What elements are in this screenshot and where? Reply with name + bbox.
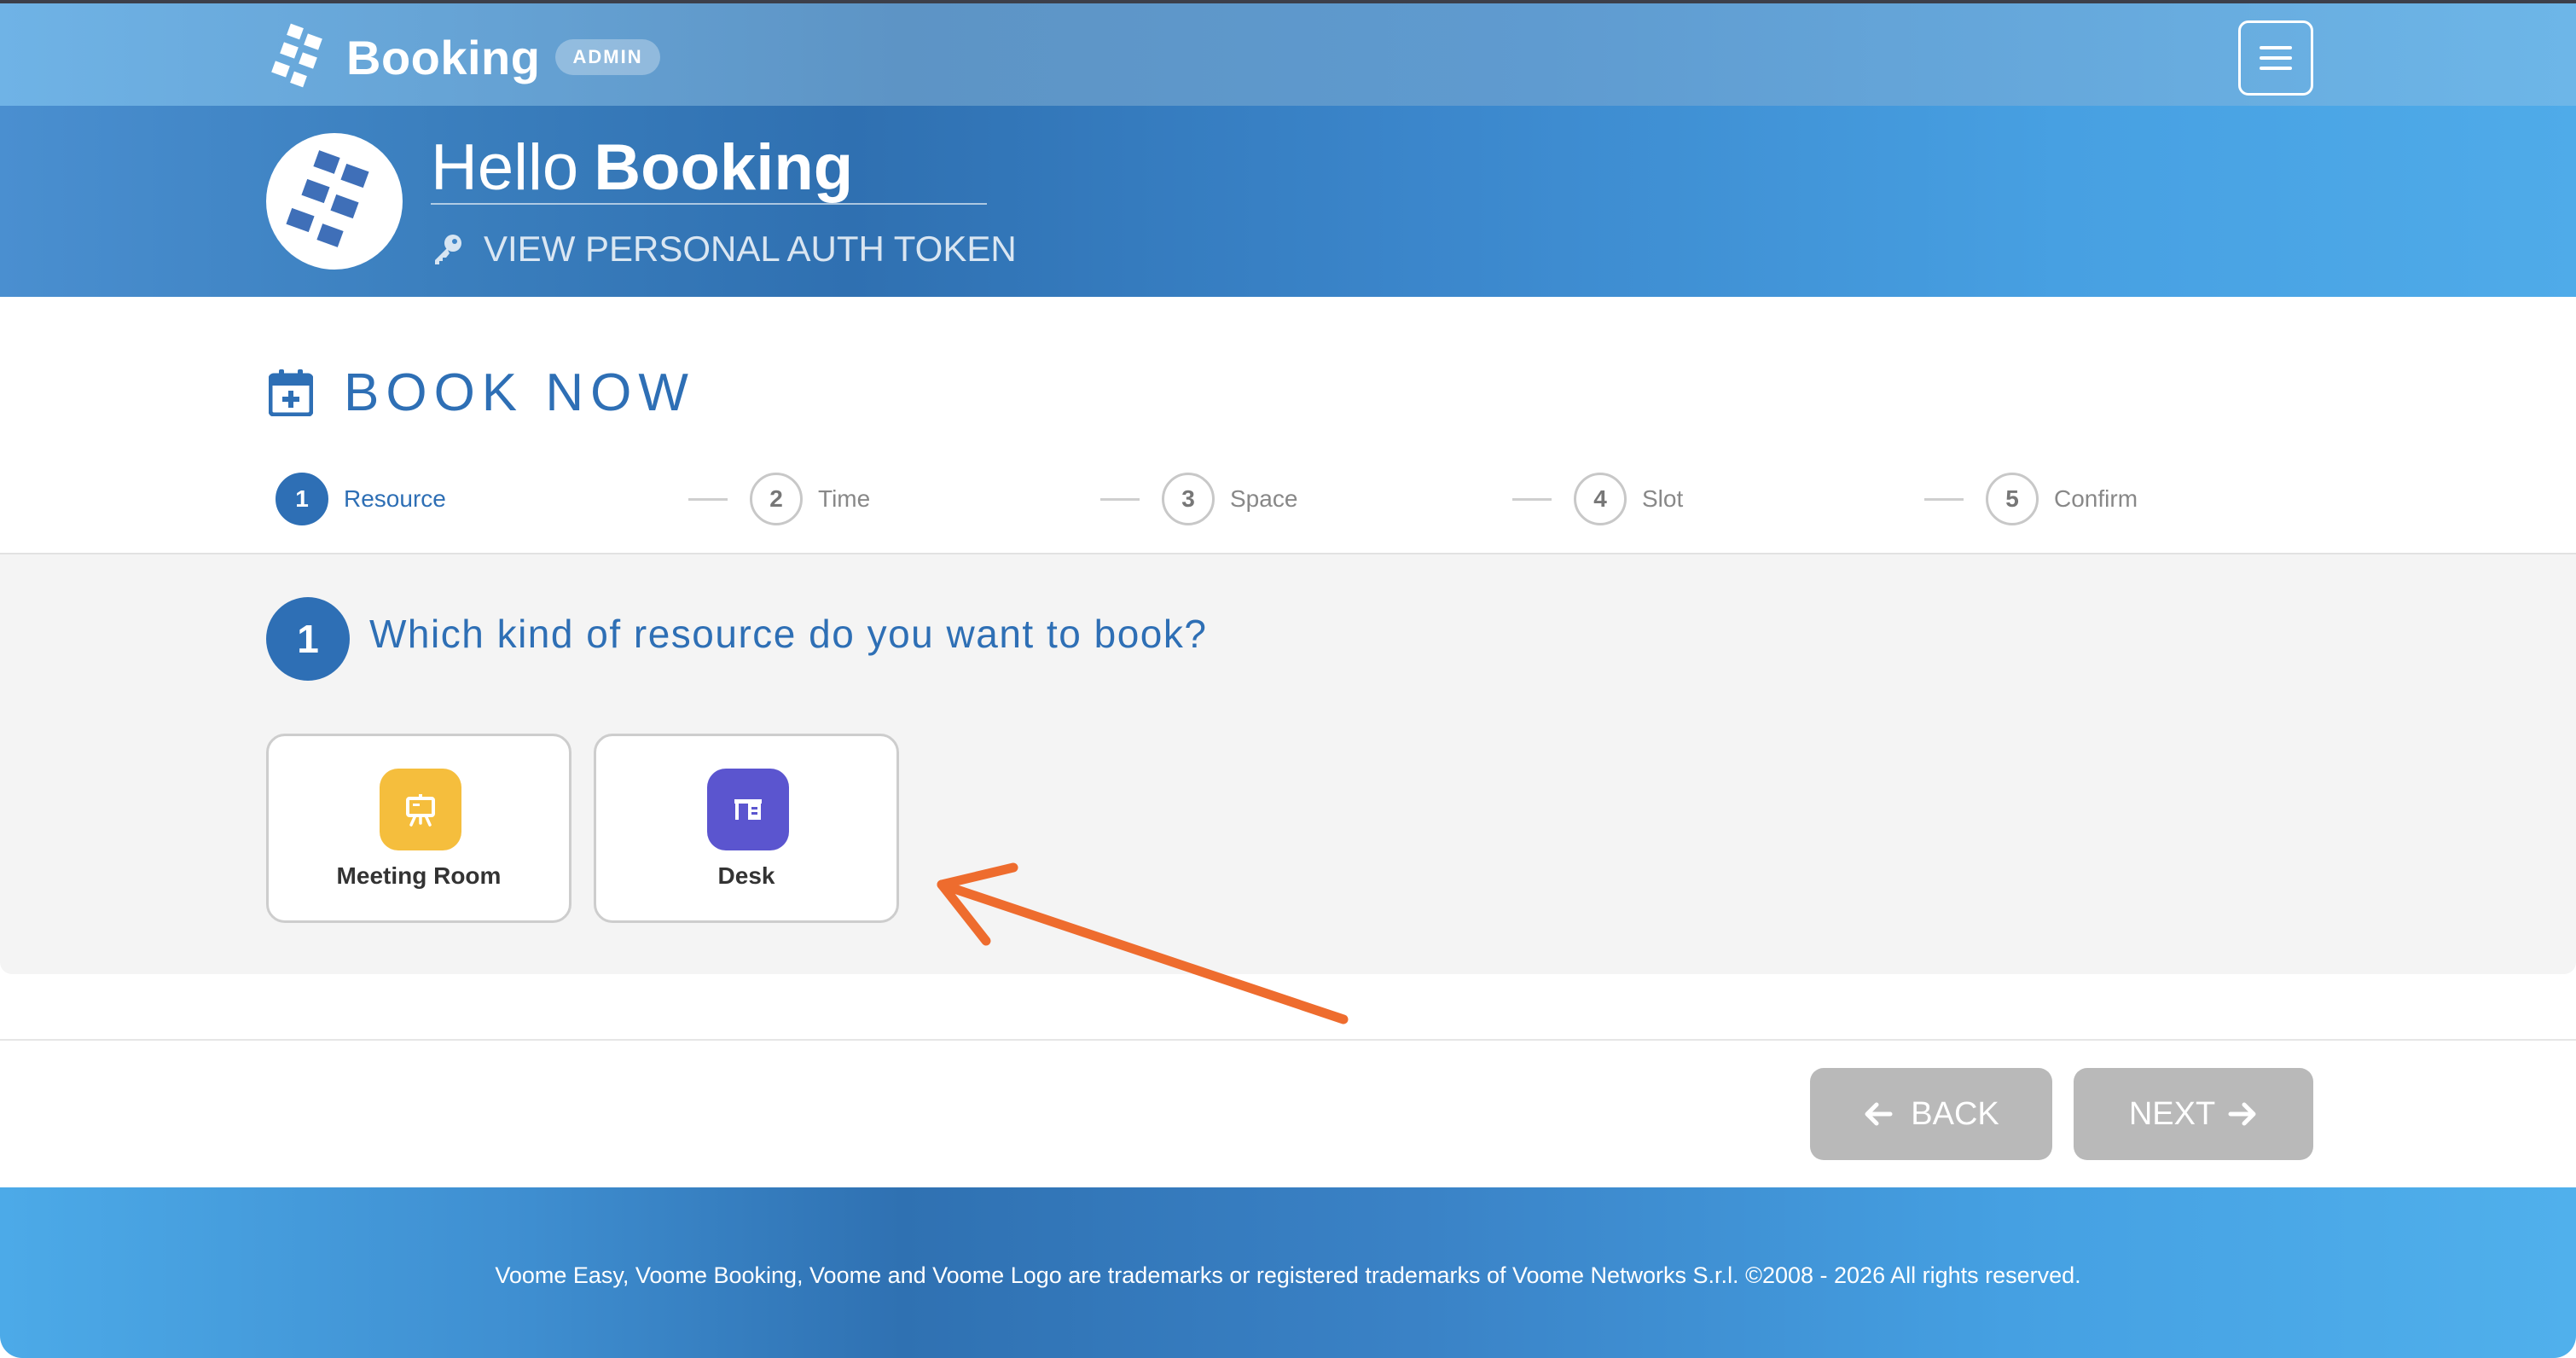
presentation-board-icon [380,769,461,850]
arrow-right-icon [2228,1102,2256,1126]
step-connector [1924,498,1964,501]
step-number: 2 [750,473,803,525]
step-connector [1100,498,1140,501]
avatar [266,133,403,270]
role-badge: ADMIN [555,39,660,75]
user-hero: Hello Booking VIEW PERSONAL AUTH TOKEN [0,106,2576,297]
hamburger-line [2260,56,2292,60]
key-icon [435,235,461,264]
greeting-prefix: Hello [431,131,579,204]
hamburger-line [2260,67,2292,70]
step-slot[interactable]: 4 Slot [1574,473,1683,525]
resource-name: Desk [717,862,775,889]
hamburger-menu-button[interactable] [2238,20,2313,96]
step-label: Resource [344,485,446,512]
resource-option-desk[interactable]: Desk [594,734,899,923]
top-navbar: Booking ADMIN [0,0,2576,106]
calendar-plus-icon [269,369,313,416]
step-number: 5 [1986,473,2039,525]
resource-name: Meeting Room [336,862,502,889]
step-resource[interactable]: 1 Resource [276,473,446,525]
step-space[interactable]: 3 Space [1162,473,1297,525]
footer-copyright: Voome Easy, Voome Booking, Voome and Voo… [495,1262,2081,1288]
step-time[interactable]: 2 Time [750,473,870,525]
next-button[interactable]: NEXT [2074,1068,2313,1160]
question-text: Which kind of resource do you want to bo… [369,612,1208,656]
step-connector [688,498,728,501]
greeting-heading: Hello Booking [431,131,987,205]
step-connector [1512,498,1552,501]
next-label: NEXT [2128,1095,2216,1132]
avatar-logo-icon [286,150,369,247]
step-number: 4 [1574,473,1627,525]
app-name: Booking [346,30,541,84]
back-button[interactable]: BACK [1810,1068,2052,1160]
back-label: BACK [1911,1095,1999,1132]
question-number-badge: 1 [266,597,350,681]
hamburger-menu-icon [2260,46,2292,49]
desk-icon [707,769,789,850]
auth-token-label: VIEW PERSONAL AUTH TOKEN [484,229,1017,269]
step-label: Time [818,485,871,512]
resource-question-panel: 1 Which kind of resource do you want to … [0,554,2576,974]
booking-stepper: 1 Resource 2 Time 3 Space 4 Slot 5 Confi… [0,467,2576,531]
step-number: 1 [276,473,328,525]
step-label: Slot [1642,485,1684,512]
arrow-left-icon [1865,1102,1893,1126]
step-label: Space [1230,485,1298,512]
footer: Voome Easy, Voome Booking, Voome and Voo… [0,1187,2576,1358]
step-label: Confirm [2054,485,2138,512]
resource-option-meeting-room[interactable]: Meeting Room [266,734,571,923]
step-number: 3 [1162,473,1215,525]
greeting-name: Booking [594,131,854,204]
divider [0,1039,2576,1041]
brand[interactable]: Booking ADMIN [266,19,660,96]
page-title: BOOK NOW [269,358,695,427]
view-auth-token-link[interactable]: VIEW PERSONAL AUTH TOKEN [431,223,1017,275]
brand-logo-icon [271,23,322,88]
step-confirm[interactable]: 5 Confirm [1986,473,2138,525]
page-title-text: BOOK NOW [344,363,695,422]
